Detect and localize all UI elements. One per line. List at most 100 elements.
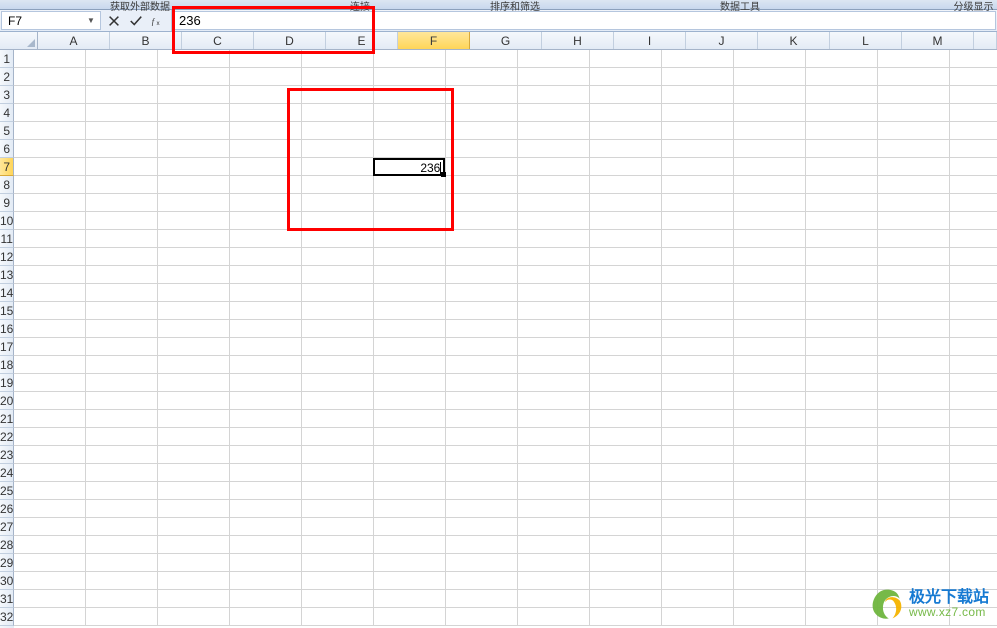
cell-K29[interactable] xyxy=(734,554,806,572)
cell-C32[interactable] xyxy=(158,608,230,626)
cell-A10[interactable] xyxy=(14,212,86,230)
cell-B20[interactable] xyxy=(86,392,158,410)
row-header-17[interactable]: 17 xyxy=(0,338,14,356)
cell-F23[interactable] xyxy=(374,446,446,464)
cell-G24[interactable] xyxy=(446,464,518,482)
cell-E12[interactable] xyxy=(302,248,374,266)
row-header-3[interactable]: 3 xyxy=(0,86,14,104)
cell-B1[interactable] xyxy=(86,50,158,68)
cell-J10[interactable] xyxy=(662,212,734,230)
cell-I6[interactable] xyxy=(590,140,662,158)
cell-B24[interactable] xyxy=(86,464,158,482)
cell-I4[interactable] xyxy=(590,104,662,122)
cell-J5[interactable] xyxy=(662,122,734,140)
cell-E21[interactable] xyxy=(302,410,374,428)
cell-E23[interactable] xyxy=(302,446,374,464)
cell-J14[interactable] xyxy=(662,284,734,302)
row-header-5[interactable]: 5 xyxy=(0,122,14,140)
cell-G2[interactable] xyxy=(446,68,518,86)
cell-G30[interactable] xyxy=(446,572,518,590)
cell-C1[interactable] xyxy=(158,50,230,68)
col-header-C[interactable]: C xyxy=(182,32,254,49)
cell-M16[interactable] xyxy=(878,320,950,338)
cell-E27[interactable] xyxy=(302,518,374,536)
cell-D26[interactable] xyxy=(230,500,302,518)
cell-M25[interactable] xyxy=(878,482,950,500)
cell-J15[interactable] xyxy=(662,302,734,320)
cell-G3[interactable] xyxy=(446,86,518,104)
cell-A18[interactable] xyxy=(14,356,86,374)
cell-A24[interactable] xyxy=(14,464,86,482)
cell-B30[interactable] xyxy=(86,572,158,590)
cell-L22[interactable] xyxy=(806,428,878,446)
cell-I23[interactable] xyxy=(590,446,662,464)
cell-L13[interactable] xyxy=(806,266,878,284)
row-header-31[interactable]: 31 xyxy=(0,590,14,608)
cell-E2[interactable] xyxy=(302,68,374,86)
cell-K19[interactable] xyxy=(734,374,806,392)
cell-I2[interactable] xyxy=(590,68,662,86)
cell-L3[interactable] xyxy=(806,86,878,104)
cell-M2[interactable] xyxy=(878,68,950,86)
cell-D2[interactable] xyxy=(230,68,302,86)
row-header-6[interactable]: 6 xyxy=(0,140,14,158)
cell-A2[interactable] xyxy=(14,68,86,86)
cell-C30[interactable] xyxy=(158,572,230,590)
formula-input[interactable]: 236 xyxy=(172,11,996,30)
cell-D4[interactable] xyxy=(230,104,302,122)
cell-I9[interactable] xyxy=(590,194,662,212)
cell-A30[interactable] xyxy=(14,572,86,590)
cell-C15[interactable] xyxy=(158,302,230,320)
cell-B2[interactable] xyxy=(86,68,158,86)
cell-G9[interactable] xyxy=(446,194,518,212)
cell-K12[interactable] xyxy=(734,248,806,266)
cell-G17[interactable] xyxy=(446,338,518,356)
cell-B8[interactable] xyxy=(86,176,158,194)
cell-C9[interactable] xyxy=(158,194,230,212)
cell-D18[interactable] xyxy=(230,356,302,374)
cell-L11[interactable] xyxy=(806,230,878,248)
cell-K15[interactable] xyxy=(734,302,806,320)
cell-A27[interactable] xyxy=(14,518,86,536)
cell-A8[interactable] xyxy=(14,176,86,194)
cell-H11[interactable] xyxy=(518,230,590,248)
cell-M11[interactable] xyxy=(878,230,950,248)
cell-J18[interactable] xyxy=(662,356,734,374)
cell-A6[interactable] xyxy=(14,140,86,158)
cell-M19[interactable] xyxy=(878,374,950,392)
cell-E25[interactable] xyxy=(302,482,374,500)
cell-C21[interactable] xyxy=(158,410,230,428)
cell-G6[interactable] xyxy=(446,140,518,158)
cell-B32[interactable] xyxy=(86,608,158,626)
cell-B15[interactable] xyxy=(86,302,158,320)
cell-E32[interactable] xyxy=(302,608,374,626)
cell-F24[interactable] xyxy=(374,464,446,482)
cell-G1[interactable] xyxy=(446,50,518,68)
cell-J16[interactable] xyxy=(662,320,734,338)
cell-K6[interactable] xyxy=(734,140,806,158)
cell-L6[interactable] xyxy=(806,140,878,158)
cell-I17[interactable] xyxy=(590,338,662,356)
cell-J25[interactable] xyxy=(662,482,734,500)
cell-E20[interactable] xyxy=(302,392,374,410)
cell-G12[interactable] xyxy=(446,248,518,266)
cell-K11[interactable] xyxy=(734,230,806,248)
cell-I1[interactable] xyxy=(590,50,662,68)
cell-H3[interactable] xyxy=(518,86,590,104)
col-header-M[interactable]: M xyxy=(902,32,974,49)
cell-M27[interactable] xyxy=(878,518,950,536)
row-header-10[interactable]: 10 xyxy=(0,212,14,230)
col-header-F[interactable]: F xyxy=(398,32,470,49)
cell-K8[interactable] xyxy=(734,176,806,194)
col-header-D[interactable]: D xyxy=(254,32,326,49)
cell-C29[interactable] xyxy=(158,554,230,572)
cell-F8[interactable] xyxy=(374,176,446,194)
cell-C25[interactable] xyxy=(158,482,230,500)
cell-I15[interactable] xyxy=(590,302,662,320)
cell-I16[interactable] xyxy=(590,320,662,338)
cell-A1[interactable] xyxy=(14,50,86,68)
cell-L21[interactable] xyxy=(806,410,878,428)
row-header-25[interactable]: 25 xyxy=(0,482,14,500)
cell-K22[interactable] xyxy=(734,428,806,446)
row-header-8[interactable]: 8 xyxy=(0,176,14,194)
